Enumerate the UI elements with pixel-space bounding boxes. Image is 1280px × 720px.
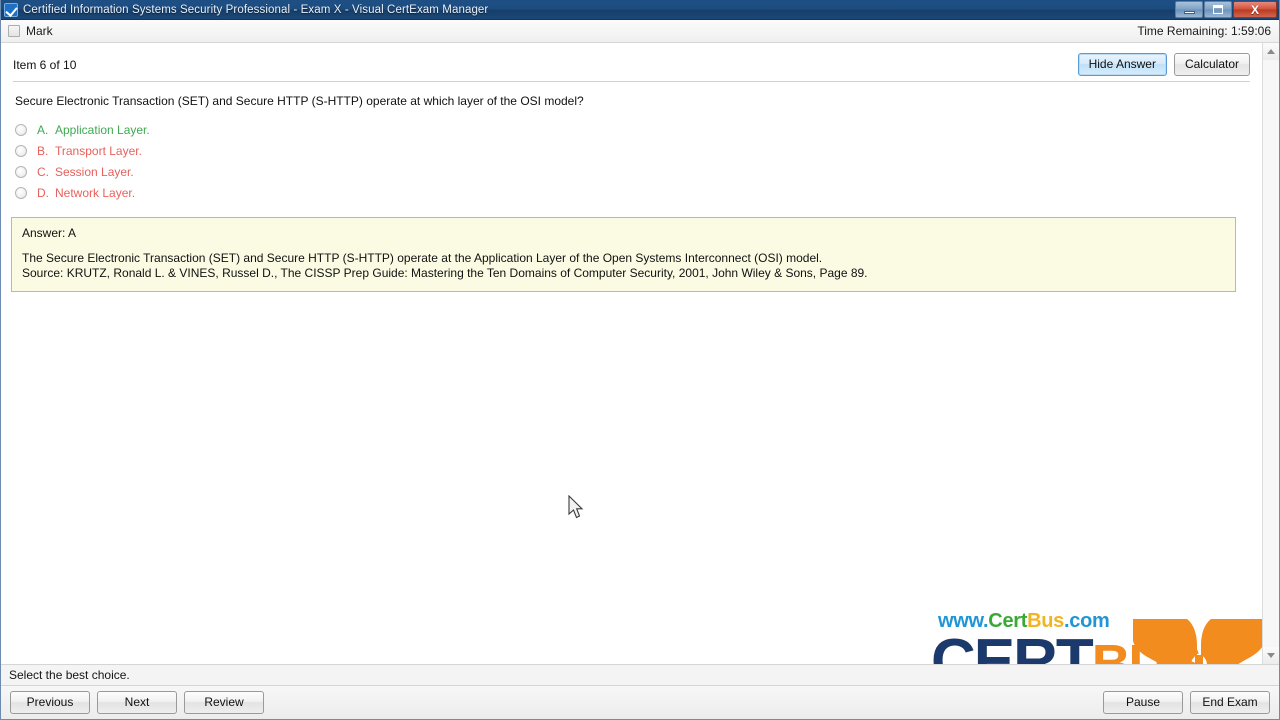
option-d[interactable]: D. Network Layer. [15, 182, 1262, 203]
option-letter: B. [37, 143, 49, 158]
answer-explanation-box: Answer: A The Secure Electronic Transact… [11, 217, 1236, 292]
radio-icon[interactable] [15, 123, 27, 136]
navigation-right-group: Pause End Exam [1103, 691, 1270, 714]
maximize-icon [1213, 5, 1223, 14]
option-text: Application Layer. [55, 122, 150, 137]
answer-spacer [22, 241, 1225, 251]
answer-source: Source: KRUTZ, Ronald L. & VINES, Russel… [22, 266, 868, 280]
radio-icon[interactable] [15, 144, 27, 157]
option-c[interactable]: C. Session Layer. [15, 161, 1262, 182]
mouse-cursor [568, 495, 584, 519]
mark-bar: Mark Time Remaining: 1:59:06 [1, 20, 1279, 43]
calculator-button[interactable]: Calculator [1173, 53, 1250, 76]
option-text: Session Layer. [55, 164, 134, 179]
question-panel: Item 6 of 10 Hide Answer Calculator Secu… [1, 43, 1262, 664]
minimize-button[interactable] [1175, 1, 1203, 18]
maximize-button[interactable] [1204, 1, 1232, 18]
status-bar: Select the best choice. [1, 664, 1279, 685]
logo-word-cert: CERT [931, 627, 1094, 665]
chevron-up-icon [1267, 49, 1275, 54]
answer-explanation: The Secure Electronic Transaction (SET) … [22, 251, 823, 265]
exam-window: Certified Information Systems Security P… [0, 0, 1280, 720]
item-header: Item 6 of 10 Hide Answer Calculator [1, 43, 1262, 77]
option-text: Transport Layer. [55, 143, 142, 158]
question-text: Secure Electronic Transaction (SET) and … [15, 94, 584, 108]
hide-answer-button[interactable]: Hide Answer [1077, 53, 1167, 76]
pause-button[interactable]: Pause [1103, 691, 1183, 714]
window-controls: X [1175, 1, 1277, 18]
vertical-scrollbar[interactable] [1262, 43, 1279, 664]
answer-options: A. Application Layer. B. Transport Layer… [1, 109, 1262, 203]
end-exam-button[interactable]: End Exam [1190, 691, 1270, 714]
option-letter: C. [37, 164, 49, 179]
scroll-down-button[interactable] [1263, 647, 1279, 664]
answer-heading: Answer: A [22, 226, 77, 240]
question-toolbar: Hide Answer Calculator [1077, 53, 1250, 76]
checkbox-icon [4, 2, 18, 17]
scrollbar-track[interactable] [1263, 60, 1279, 647]
chevron-down-icon [1267, 653, 1275, 658]
option-a[interactable]: A. Application Layer. [15, 119, 1262, 140]
minimize-icon [1183, 10, 1195, 14]
option-letter: A. [37, 122, 49, 137]
option-letter: D. [37, 185, 49, 200]
close-button[interactable]: X [1233, 1, 1277, 18]
radio-icon[interactable] [15, 186, 27, 199]
scroll-up-button[interactable] [1263, 43, 1279, 60]
mark-checkbox[interactable] [8, 25, 20, 37]
window-title: Certified Information Systems Security P… [23, 3, 489, 16]
mark-label: Mark [26, 24, 53, 38]
certbus-logo: www.CertBus.com CERTBUS [931, 605, 1262, 664]
option-b[interactable]: B. Transport Layer. [15, 140, 1262, 161]
title-bar: Certified Information Systems Security P… [1, 0, 1279, 20]
navigation-bar: Previous Next Review Pause End Exam [1, 685, 1279, 719]
option-text: Network Layer. [55, 185, 136, 200]
radio-icon[interactable] [15, 165, 27, 178]
body: Item 6 of 10 Hide Answer Calculator Secu… [1, 43, 1279, 664]
time-remaining: Time Remaining: 1:59:06 [1137, 24, 1271, 38]
status-hint: Select the best choice. [9, 668, 130, 682]
next-button[interactable]: Next [97, 691, 177, 714]
open-book-icon [1133, 619, 1262, 664]
item-counter: Item 6 of 10 [13, 57, 77, 72]
review-button[interactable]: Review [184, 691, 264, 714]
previous-button[interactable]: Previous [10, 691, 90, 714]
